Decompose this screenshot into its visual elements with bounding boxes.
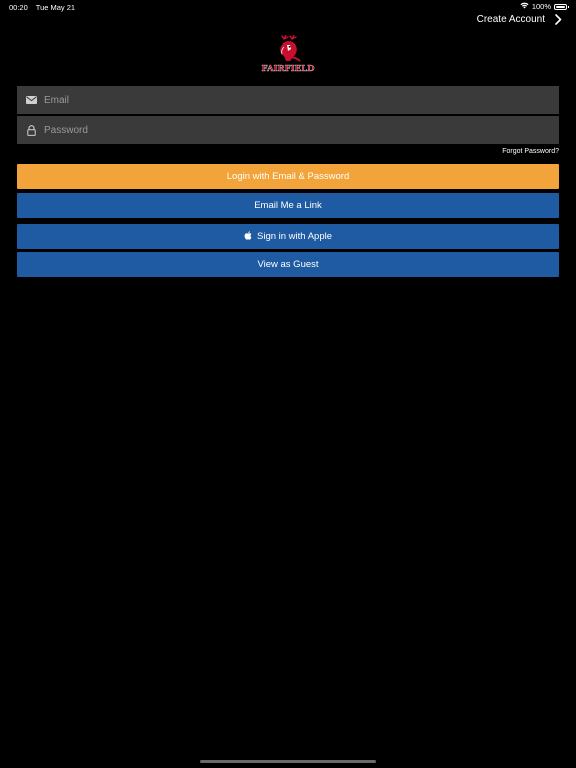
logo-wordmark: FAIRFIELD [261,64,315,74]
battery-percentage: 100% [531,2,551,11]
home-indicator [200,760,376,763]
sign-in-with-apple-button[interactable]: Sign in with Apple [17,224,559,249]
email-input[interactable] [44,86,559,114]
fairfield-logo: FAIRFIELD [260,34,316,75]
apple-button-label: Sign in with Apple [257,231,332,242]
status-right: 100% [520,2,569,11]
view-as-guest-button[interactable]: View as Guest [17,252,559,277]
status-time: 00:20 [9,3,28,12]
password-input[interactable] [44,116,559,144]
create-account-button[interactable]: Create Account [477,14,562,25]
battery-icon [554,3,569,10]
mail-icon [25,96,37,104]
password-field[interactable] [17,116,559,144]
chevron-right-icon [555,14,562,25]
forgot-password-link[interactable]: Forgot Password? [502,148,559,155]
guest-button-label: View as Guest [257,259,319,270]
login-email-password-button[interactable]: Login with Email & Password [17,164,559,189]
login-button-label: Login with Email & Password [226,171,350,182]
status-left: 00:20 Tue May 21 [9,3,75,12]
status-bar: 00:20 Tue May 21 100% [0,0,576,14]
email-field[interactable] [17,86,559,114]
create-account-label: Create Account [476,14,545,25]
status-date: Tue May 21 [35,3,76,12]
wifi-icon [520,2,529,11]
apple-icon [244,230,252,243]
email-link-button-label: Email Me a Link [254,200,322,211]
lock-icon [25,124,37,136]
email-me-link-button[interactable]: Email Me a Link [17,193,559,218]
